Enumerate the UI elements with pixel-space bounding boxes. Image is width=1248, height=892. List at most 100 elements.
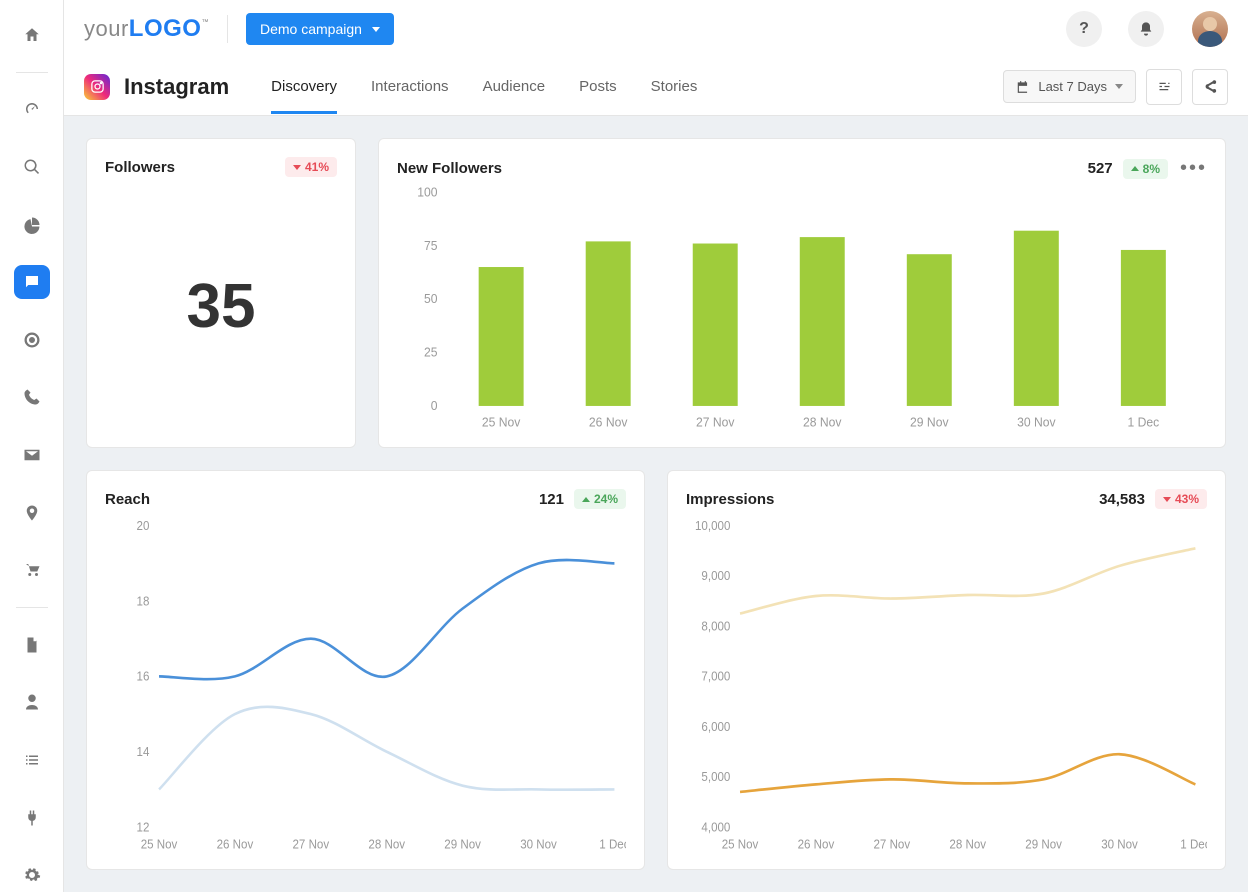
impressions-chart: 4,0005,0006,0007,0008,0009,00010,00025 N… xyxy=(686,515,1207,857)
svg-text:12: 12 xyxy=(137,820,150,835)
campaign-dropdown[interactable]: Demo campaign xyxy=(246,13,394,45)
svg-text:5,000: 5,000 xyxy=(701,770,730,785)
reach-value: 121 xyxy=(539,491,564,508)
svg-text:30 Nov: 30 Nov xyxy=(1017,416,1056,430)
campaign-label: Demo campaign xyxy=(260,21,362,37)
delta-badge: 41% xyxy=(285,157,337,177)
card-followers: Followers 41% 35 xyxy=(86,138,356,448)
gear-icon[interactable] xyxy=(14,858,50,892)
caret-down-icon xyxy=(1115,84,1123,89)
target-icon[interactable] xyxy=(14,323,50,357)
svg-text:26 Nov: 26 Nov xyxy=(217,837,254,852)
tab-audience[interactable]: Audience xyxy=(483,60,546,113)
svg-text:27 Nov: 27 Nov xyxy=(293,837,330,852)
delta-badge: 43% xyxy=(1155,489,1207,509)
svg-text:26 Nov: 26 Nov xyxy=(798,837,835,852)
svg-text:29 Nov: 29 Nov xyxy=(1025,837,1062,852)
followers-value: 35 xyxy=(105,177,337,435)
sidebar xyxy=(0,0,64,892)
tab-stories[interactable]: Stories xyxy=(651,60,698,113)
logo: yourLOGO™ xyxy=(84,15,209,43)
card-title: Reach xyxy=(105,491,150,508)
svg-text:30 Nov: 30 Nov xyxy=(1101,837,1138,852)
triangle-up-icon xyxy=(582,497,590,502)
svg-text:100: 100 xyxy=(417,186,437,199)
tab-posts[interactable]: Posts xyxy=(579,60,617,113)
more-menu-icon[interactable]: ••• xyxy=(1180,157,1207,180)
date-range-label: Last 7 Days xyxy=(1038,79,1107,94)
delta-value: 43% xyxy=(1175,492,1199,506)
delta-value: 24% xyxy=(594,492,618,506)
delta-value: 8% xyxy=(1143,162,1160,176)
impressions-value: 34,583 xyxy=(1099,491,1145,508)
home-icon[interactable] xyxy=(14,18,50,52)
svg-text:9,000: 9,000 xyxy=(701,569,730,584)
share-button[interactable] xyxy=(1192,69,1228,105)
svg-text:1 Dec: 1 Dec xyxy=(1180,837,1207,852)
sidebar-divider xyxy=(16,72,48,73)
card-title: Followers xyxy=(105,159,175,176)
card-impressions: Impressions 34,583 43% 4,0005,0006,0007,… xyxy=(667,470,1226,870)
sidebar-divider xyxy=(16,607,48,608)
svg-text:4,000: 4,000 xyxy=(701,820,730,835)
gauge-icon[interactable] xyxy=(14,93,50,127)
svg-text:25 Nov: 25 Nov xyxy=(482,416,521,430)
card-title: New Followers xyxy=(397,160,502,177)
cart-icon[interactable] xyxy=(14,553,50,587)
svg-text:75: 75 xyxy=(424,239,438,253)
tabs: Discovery Interactions Audience Posts St… xyxy=(271,60,697,113)
help-button[interactable]: ? xyxy=(1066,11,1102,47)
pin-icon[interactable] xyxy=(14,496,50,530)
svg-text:29 Nov: 29 Nov xyxy=(444,837,481,852)
chat-icon[interactable] xyxy=(14,265,50,299)
search-icon[interactable] xyxy=(14,150,50,184)
svg-text:20: 20 xyxy=(137,518,150,533)
card-title: Impressions xyxy=(686,491,774,508)
delta-badge: 24% xyxy=(574,489,626,509)
svg-text:18: 18 xyxy=(137,594,150,609)
svg-text:1 Dec: 1 Dec xyxy=(1127,416,1159,430)
date-range-picker[interactable]: Last 7 Days xyxy=(1003,70,1136,103)
delta-value: 41% xyxy=(305,160,329,174)
divider xyxy=(227,15,228,43)
svg-text:27 Nov: 27 Nov xyxy=(874,837,911,852)
card-new-followers: New Followers 527 8% ••• 025507510025 No… xyxy=(378,138,1226,448)
svg-text:30 Nov: 30 Nov xyxy=(520,837,557,852)
svg-text:8,000: 8,000 xyxy=(701,619,730,634)
new-followers-chart: 025507510025 Nov26 Nov27 Nov28 Nov29 Nov… xyxy=(397,186,1207,435)
avatar[interactable] xyxy=(1192,11,1228,47)
logo-light: your xyxy=(84,16,129,41)
triangle-down-icon xyxy=(293,165,301,170)
list-icon[interactable] xyxy=(14,743,50,777)
settings-sliders-button[interactable] xyxy=(1146,69,1182,105)
card-reach: Reach 121 24% 121416182025 Nov26 Nov27 N… xyxy=(86,470,645,870)
tab-discovery[interactable]: Discovery xyxy=(271,60,337,113)
svg-text:6,000: 6,000 xyxy=(701,719,730,734)
svg-text:14: 14 xyxy=(137,744,150,759)
plug-icon[interactable] xyxy=(14,801,50,835)
tabbar: Instagram Discovery Interactions Audienc… xyxy=(64,58,1248,116)
svg-text:26 Nov: 26 Nov xyxy=(589,416,628,430)
delta-badge: 8% xyxy=(1123,159,1168,179)
svg-text:1 Dec: 1 Dec xyxy=(599,837,626,852)
triangle-up-icon xyxy=(1131,166,1139,171)
svg-text:0: 0 xyxy=(431,399,438,413)
pie-icon[interactable] xyxy=(14,208,50,242)
user-icon[interactable] xyxy=(14,686,50,720)
svg-text:28 Nov: 28 Nov xyxy=(368,837,405,852)
caret-down-icon xyxy=(372,27,380,32)
svg-text:25 Nov: 25 Nov xyxy=(141,837,178,852)
notifications-button[interactable] xyxy=(1128,11,1164,47)
new-followers-value: 527 xyxy=(1088,160,1113,177)
triangle-down-icon xyxy=(1163,497,1171,502)
svg-text:28 Nov: 28 Nov xyxy=(803,416,842,430)
file-icon[interactable] xyxy=(14,628,50,662)
svg-text:27 Nov: 27 Nov xyxy=(696,416,735,430)
svg-text:25 Nov: 25 Nov xyxy=(722,837,759,852)
tab-interactions[interactable]: Interactions xyxy=(371,60,449,113)
topbar: yourLOGO™ Demo campaign ? xyxy=(64,0,1248,58)
svg-text:28 Nov: 28 Nov xyxy=(949,837,986,852)
mail-icon[interactable] xyxy=(14,438,50,472)
reach-chart: 121416182025 Nov26 Nov27 Nov28 Nov29 Nov… xyxy=(105,515,626,857)
phone-icon[interactable] xyxy=(14,381,50,415)
